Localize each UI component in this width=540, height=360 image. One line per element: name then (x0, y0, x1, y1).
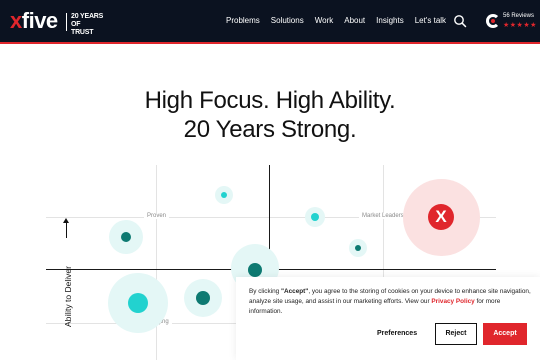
company-dot[interactable] (355, 245, 361, 251)
logo-tagline: 20 YEARS OF TRUST (71, 13, 104, 36)
nav-item-about[interactable]: About (344, 16, 365, 25)
search-icon[interactable] (453, 14, 467, 28)
accept-button[interactable]: Accept (483, 323, 527, 345)
cookie-banner: By clicking "Accept", you agree to the s… (236, 277, 540, 360)
reject-button[interactable]: Reject (435, 323, 477, 345)
xfive-logo[interactable]: xfive (10, 10, 58, 32)
nav-item-insights[interactable]: Insights (376, 16, 404, 25)
hero-headline: High Focus. High Ability. 20 Years Stron… (144, 87, 396, 143)
y-axis-label: Ability to Deliver (63, 266, 73, 327)
nav-item-problems[interactable]: Problems (226, 16, 260, 25)
y-axis-arrowhead (63, 218, 69, 223)
clutch-logo-dot (491, 19, 495, 23)
header-accent-line (0, 42, 540, 44)
nav-item-lets-talk[interactable]: Let's talk (415, 16, 446, 25)
reviews-count[interactable]: 56 Reviews (503, 13, 534, 19)
nav-item-work[interactable]: Work (315, 16, 334, 25)
rating-stars: ★★★★★ (503, 22, 537, 29)
main-nav: Problems Solutions Work About Insights L… (226, 16, 457, 25)
company-dot[interactable] (221, 192, 227, 198)
site-header: xfive 20 YEARS OF TRUST Problems Solutio… (0, 0, 540, 42)
quadrant-label-proven: Proven (144, 213, 170, 219)
xfive-leader-mark[interactable]: X (428, 204, 454, 230)
company-dot[interactable] (121, 232, 131, 242)
company-dot[interactable] (128, 293, 148, 313)
privacy-policy-link[interactable]: Privacy Policy (431, 298, 474, 305)
grid-line-v-left (156, 165, 157, 360)
logo-divider (66, 13, 67, 31)
company-dot[interactable] (248, 263, 262, 277)
company-dot[interactable] (311, 213, 319, 221)
nav-item-solutions[interactable]: Solutions (271, 16, 304, 25)
company-dot[interactable] (196, 291, 210, 305)
cookie-message: By clicking "Accept", you agree to the s… (249, 288, 531, 315)
quadrant-label-market-leaders: Market Leaders (359, 213, 407, 219)
preferences-button[interactable]: Preferences (377, 330, 417, 337)
